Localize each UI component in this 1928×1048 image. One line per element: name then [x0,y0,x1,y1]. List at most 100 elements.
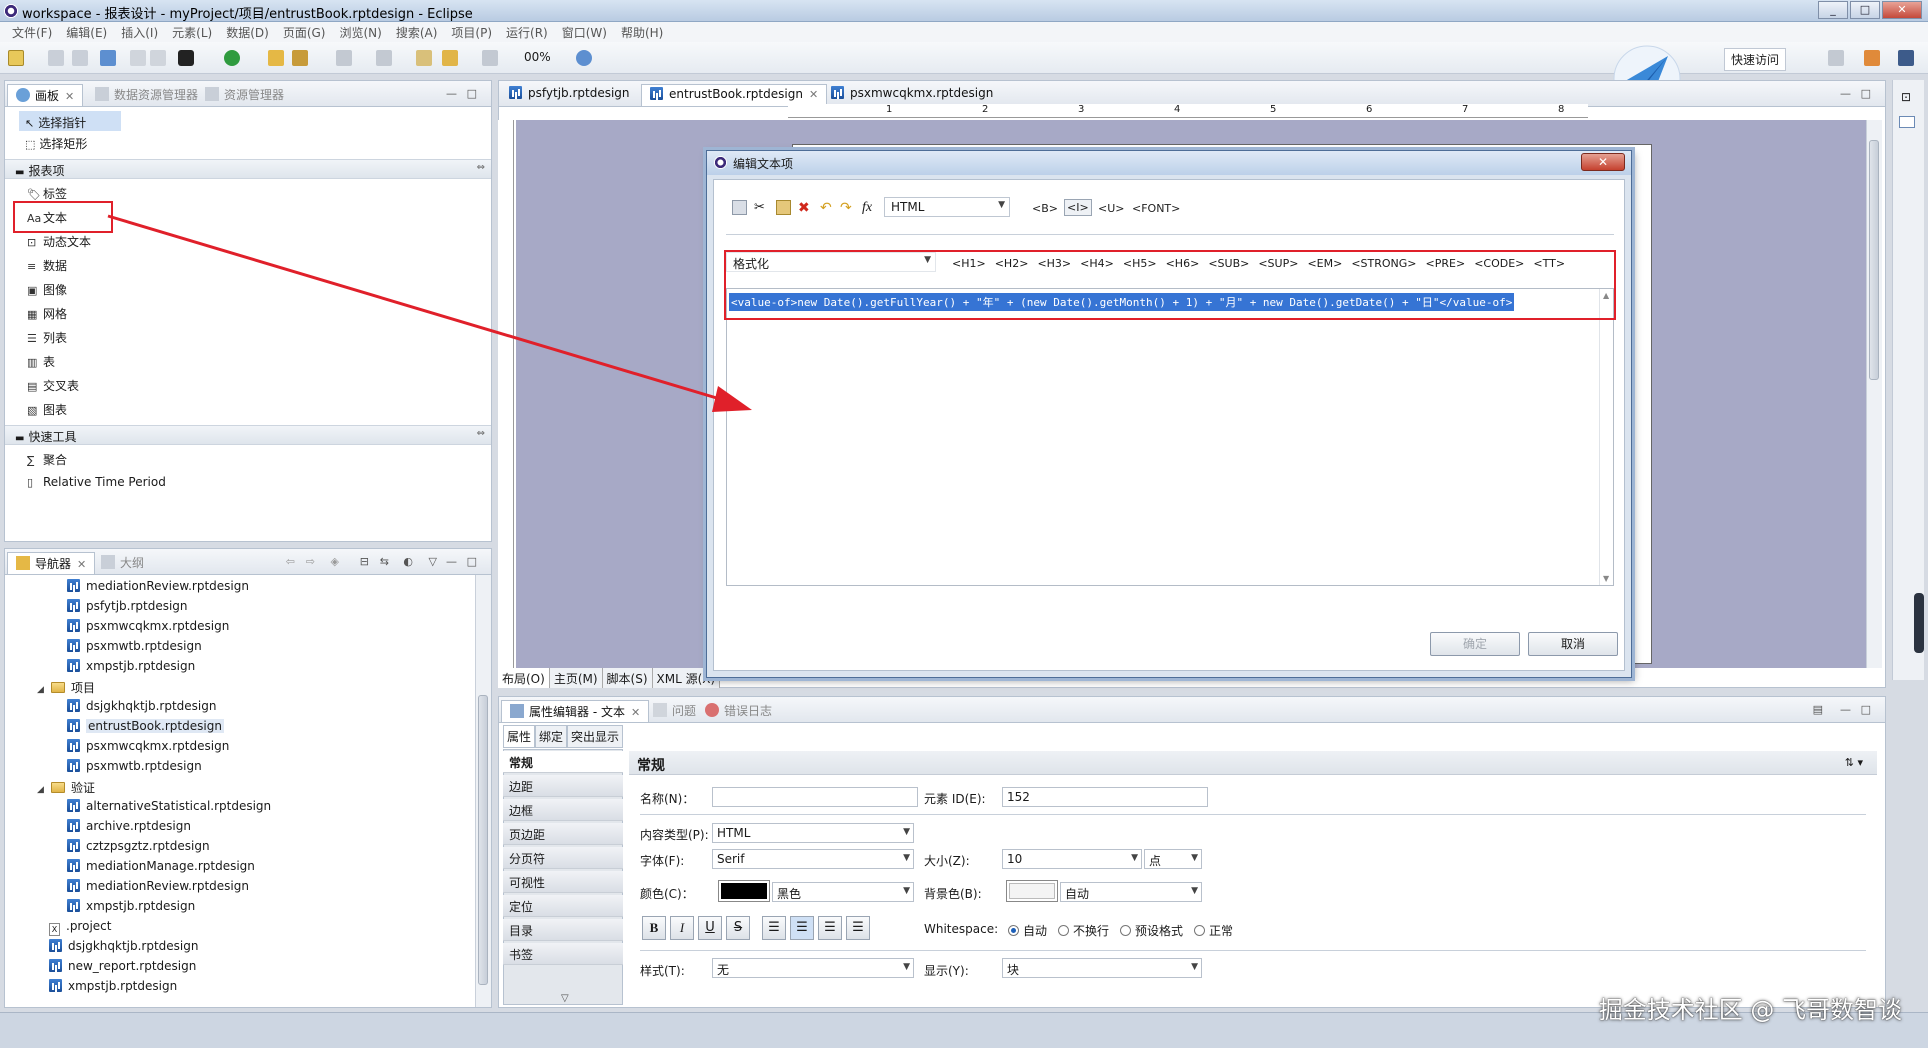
color-swatch-button[interactable] [718,880,770,902]
tree-item[interactable]: archive.rptdesign [67,819,191,839]
whitespace-normal-radio[interactable]: 正常 [1194,922,1233,939]
italic-button[interactable]: I [670,916,694,940]
view-icon[interactable] [1899,116,1915,128]
side-handle[interactable] [1914,593,1924,653]
style-select[interactable]: 无 ▼ [712,958,914,978]
align-left-button[interactable]: ☰ [762,916,786,940]
tree-item[interactable]: mediationReview.rptdesign [67,879,249,899]
undo-icon[interactable]: ↶ [820,200,835,216]
expression-fx-icon[interactable]: fx [862,200,877,215]
tab-outline[interactable]: 大纲 [93,552,152,574]
menu-navigate[interactable]: 浏览(N) [333,22,389,42]
property-nav-item[interactable]: 边距 [503,775,623,797]
size-select[interactable]: 10 ▼ [1002,849,1142,869]
save-icon[interactable] [48,50,64,66]
delete-icon[interactable]: ✖ [798,200,813,216]
close-window-button[interactable]: ✕ [1882,1,1922,19]
editor-scrollbar[interactable] [1866,120,1882,668]
subtab-binding[interactable]: 绑定 [535,725,568,748]
menu-project[interactable]: 项目(P) [445,22,500,42]
font-select[interactable]: Serif ▼ [712,849,914,869]
close-icon[interactable]: ✕ [77,558,86,571]
run-icon[interactable] [178,50,194,66]
palette-item-list[interactable]: ☰ 列表 [5,325,491,349]
collapse-all-icon[interactable]: ⊟ [360,555,369,568]
property-nav-item[interactable]: 书签 [503,943,623,965]
quick-access-field[interactable]: 快速访问 [1723,48,1786,71]
bg-color-swatch-button[interactable] [1006,880,1058,902]
menu-search[interactable]: 搜索(A) [390,22,446,42]
tab-palette[interactable]: 画板 ✕ [7,84,84,106]
tree-item[interactable]: alternativeStatistical.rptdesign [67,799,271,819]
size-unit-select[interactable]: 点 ▼ [1144,849,1202,869]
link-editor-icon[interactable]: ⇆ [380,555,389,568]
html-code-editor[interactable]: <value-of>new Date().getFullYear() + "年"… [726,288,1614,586]
tree-item[interactable]: psxmwcqkmx.rptdesign [67,619,229,639]
palette-item-data[interactable]: ≡ 数据 [5,253,491,277]
menu-run[interactable]: 运行(R) [500,22,556,42]
property-nav-item[interactable]: 页边距 [503,823,623,845]
tab-data-explorer[interactable]: 数据资源管理器 [87,84,206,106]
menu-insert[interactable]: 插入(I) [115,22,166,42]
tab-entrustbook[interactable]: entrustBook.rptdesign ✕ [641,84,828,106]
content-type-combo[interactable]: HTML ▼ [884,197,1010,217]
color-select[interactable]: 黑色 ▼ [772,882,914,902]
bold-button[interactable]: B [642,916,666,940]
new-icon[interactable] [8,50,24,66]
tree-item[interactable]: new_report.rptdesign [49,959,196,979]
palette-item-chart[interactable]: ▧ 图表 [5,397,491,421]
close-icon[interactable]: ✕ [65,90,74,103]
filter-icon[interactable]: ◐ [403,555,413,568]
content-type-select[interactable]: HTML ▼ [712,823,914,843]
scroll-thumb[interactable] [1869,140,1879,380]
close-icon[interactable]: ✕ [631,706,640,719]
menu-file[interactable]: 文件(F) [6,22,60,42]
collapse-icon[interactable]: ⇔ [477,428,485,439]
tree-item[interactable]: ◢ 验证 [37,779,95,799]
cut-icon[interactable]: ✂ [754,200,769,215]
view-menu-icon[interactable]: ▽ [429,555,437,568]
tree-item[interactable]: dsjgkhqktjb.rptdesign [49,939,198,959]
menu-data[interactable]: 数据(D) [220,22,277,42]
maximize-button[interactable]: □ [1850,1,1880,19]
tab-problems[interactable]: 问题 [645,700,704,722]
menu-edit[interactable]: 编辑(E) [60,22,115,42]
prev-annotation-icon[interactable] [376,50,392,66]
code-scrollbar[interactable]: ▲ ▼ [1599,289,1613,585]
tab-psxmwcqkmx[interactable]: psxmwcqkmx.rptdesign [823,84,1001,106]
palette-item-relative-time[interactable]: ▯ Relative Time Period [5,471,491,495]
palette-item-grid[interactable]: ▦ 网格 [5,301,491,325]
property-nav-item[interactable]: 可视性 [503,871,623,893]
tree-item[interactable]: mediationManage.rptdesign [67,859,255,879]
copy-icon[interactable] [732,200,747,215]
java-perspective-icon[interactable] [1864,50,1880,66]
tab-error-log[interactable]: 错误日志 [697,700,780,722]
property-nav-item[interactable]: 常规 [503,751,623,773]
open-perspective-icon[interactable] [1828,50,1844,66]
report-items-header[interactable]: ▬ 报表项 ⇔ [5,159,491,179]
open-icon[interactable] [268,50,284,66]
bg-color-select[interactable]: 自动 ▼ [1060,882,1202,902]
tree-item[interactable]: psxmwtb.rptdesign [67,639,202,659]
expand-twisty-icon[interactable]: ◢ [37,785,47,795]
minimize-button[interactable]: _ [1818,1,1848,19]
minimize-icon[interactable]: — [1840,87,1851,100]
last-edit-icon[interactable] [416,50,432,66]
tag-underline-button[interactable]: <U> [1098,202,1125,215]
print-icon[interactable] [100,50,116,66]
up-icon[interactable]: ◈ [331,555,339,568]
tool-select-rect[interactable]: ⬚ 选择矩形 [25,135,87,152]
element-id-input[interactable]: 152 [1002,787,1208,807]
maximize-icon[interactable]: □ [467,87,477,100]
redo-icon[interactable] [150,50,166,66]
back-icon[interactable]: ⇦ [286,555,295,568]
zoom-level[interactable]: 00% [524,50,551,64]
minimize-icon[interactable]: — [446,87,457,100]
tab-script[interactable]: 脚本(S) [602,668,653,688]
tree-item[interactable]: xmpstjb.rptdesign [67,899,195,919]
debug-icon[interactable] [224,50,240,66]
strikethrough-button[interactable]: S [726,916,750,940]
minimize-icon[interactable]: — [446,555,457,568]
collapse-icon[interactable]: ⇔ [477,162,485,173]
minimize-icon[interactable]: — [1840,703,1851,716]
